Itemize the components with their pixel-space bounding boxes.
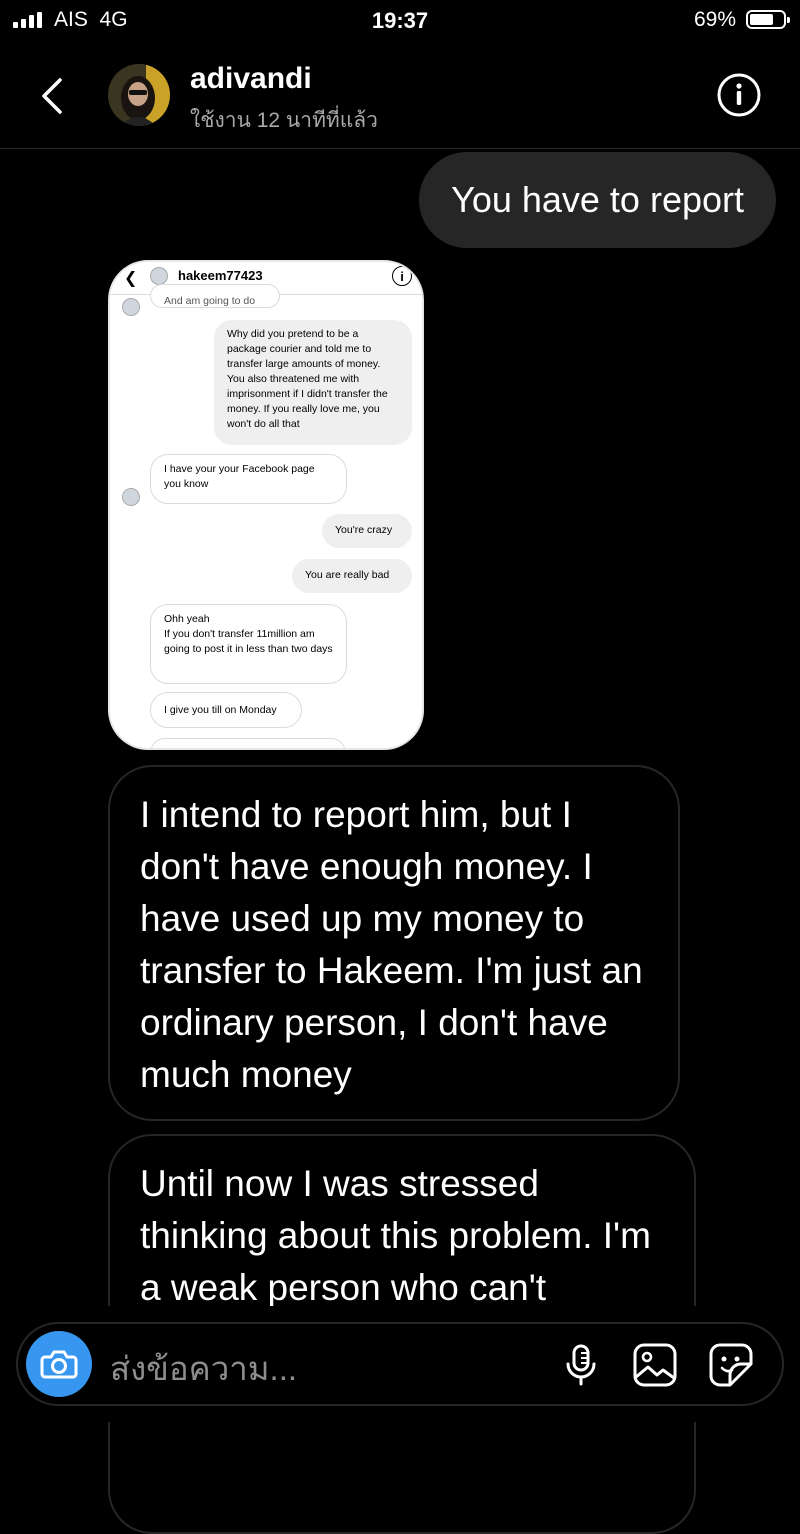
message-composer[interactable]: ส่งข้อความ... xyxy=(16,1322,784,1406)
screenshot-message-outgoing: You are really bad xyxy=(292,559,412,593)
chat-username[interactable]: adivandi xyxy=(190,62,312,96)
incoming-message[interactable]: I intend to report him, but I don't have… xyxy=(108,765,680,1121)
screenshot-message-outgoing: You're crazy xyxy=(322,514,412,548)
message-input[interactable]: ส่งข้อความ... xyxy=(110,1342,297,1395)
gallery-icon[interactable] xyxy=(630,1340,680,1390)
battery-icon xyxy=(746,10,790,29)
back-icon[interactable] xyxy=(30,72,78,120)
screenshot-message-outgoing: Why did you pretend to be a package cour… xyxy=(214,320,412,445)
screenshot-message-partial: And am going to do xyxy=(150,284,280,308)
screenshot-avatar xyxy=(150,267,168,285)
screenshot-sender-avatar xyxy=(122,488,140,506)
active-status: ใช้งาน 12 นาทีที่แล้ว xyxy=(190,109,378,132)
screenshot-message-partial xyxy=(150,738,346,748)
screenshot-info-icon: i xyxy=(392,266,412,286)
info-icon[interactable] xyxy=(716,72,762,118)
camera-button[interactable] xyxy=(26,1331,92,1397)
clock: 19:37 xyxy=(371,8,429,33)
battery-percent: 69% xyxy=(693,8,736,31)
microphone-icon[interactable] xyxy=(556,1340,606,1390)
screenshot-back-icon: ❮ xyxy=(124,270,138,287)
outgoing-message[interactable]: You have to report xyxy=(419,152,776,248)
camera-icon xyxy=(40,1350,78,1379)
screenshot-message-incoming: I have your your Facebook page you know xyxy=(150,454,347,504)
avatar[interactable] xyxy=(108,64,170,126)
screenshot-sender-avatar xyxy=(122,298,140,316)
status-bar: AIS 4G 19:37 69% xyxy=(0,0,800,42)
screenshot-message-incoming: Ohh yeah If you don't transfer 11million… xyxy=(150,604,347,684)
chat-header: adivandi ใช้งาน 12 นาทีที่แล้ว xyxy=(0,42,800,149)
sticker-icon[interactable] xyxy=(706,1340,756,1390)
screenshot-username: hakeem77423 xyxy=(178,268,263,283)
shared-screenshot[interactable]: ❮ hakeem77423 i And am going to do Why d… xyxy=(108,260,424,750)
screenshot-message-incoming: I give you till on Monday xyxy=(150,692,302,728)
